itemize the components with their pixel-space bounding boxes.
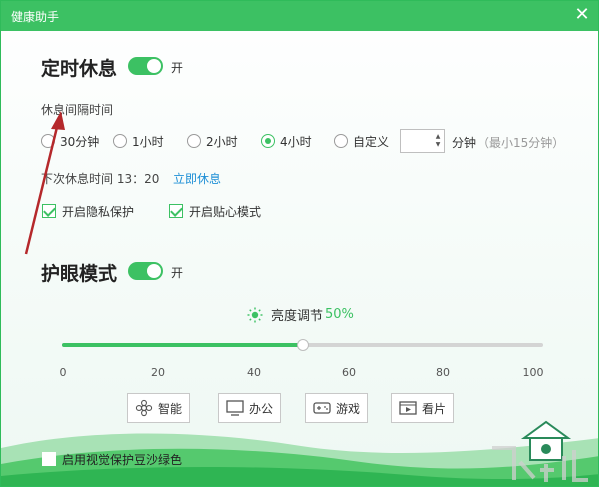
checkbox-label: 开启隐私保护 (62, 204, 135, 219)
radio-2h[interactable]: 2小时 (187, 133, 238, 149)
toggle-knob (147, 264, 161, 278)
monitor-icon (226, 400, 244, 416)
radio-circle (261, 134, 275, 148)
tick-label: 40 (247, 366, 261, 379)
radio-circle (334, 134, 348, 148)
custom-minutes-stepper[interactable]: ▲ ▼ (400, 129, 445, 153)
checkbox-box (42, 452, 56, 466)
tick-label: 0 (59, 366, 67, 379)
title-bar: 健康助手 ✕ (1, 1, 598, 31)
radio-label: 2小时 (206, 134, 238, 149)
stepper-arrows-icon[interactable]: ▲ ▼ (434, 133, 442, 149)
rest-section-title: 定时休息 (41, 58, 118, 80)
video-icon (399, 401, 417, 415)
custom-hint: （最小15分钟） (477, 136, 565, 150)
toggle-knob (147, 59, 161, 73)
brightness-label: 亮度调节 (271, 309, 324, 324)
checkbox-label: 启用视觉保护豆沙绿色 (62, 452, 183, 467)
radio-label: 自定义 (353, 134, 390, 149)
tick-label: 60 (342, 366, 356, 379)
eye-toggle[interactable] (128, 262, 163, 280)
green-bean-checkbox[interactable]: 启用视觉保护豆沙绿色 (42, 451, 182, 467)
gear-flower-icon (135, 399, 153, 417)
mode-label: 办公 (249, 401, 274, 416)
close-icon[interactable]: ✕ (572, 5, 592, 25)
tick-label: 80 (436, 366, 450, 379)
mode-label: 看片 (422, 401, 447, 416)
rest-now-link[interactable]: 立即休息 (173, 170, 221, 187)
tick-label: 100 (522, 366, 544, 379)
checkbox-box (169, 204, 183, 218)
brightness-value: 50% (325, 307, 354, 322)
sun-icon (247, 307, 263, 322)
tick-label: 20 (151, 366, 165, 379)
health-assistant-window: 健康助手 ✕ 定时休息 开 休息间隔时间 30分钟 1小时 2小时 4小时 自定… (0, 0, 599, 487)
radio-label: 1小时 (132, 134, 164, 149)
eye-section-title: 护眼模式 (41, 263, 118, 285)
brightness-slider-thumb[interactable] (297, 339, 309, 351)
eye-toggle-text: 开 (171, 266, 184, 280)
radio-custom[interactable]: 自定义 (334, 133, 389, 149)
rest-toggle[interactable] (128, 57, 163, 75)
radio-circle (187, 134, 201, 148)
brightness-row: 亮度调节 50% (247, 305, 354, 324)
brightness-slider-fill (62, 343, 303, 347)
radio-label: 4小时 (280, 134, 312, 149)
mode-label: 智能 (158, 401, 183, 416)
annotation-arrow-icon (24, 111, 65, 255)
radio-circle (113, 134, 127, 148)
watermark-logo-icon (492, 420, 588, 482)
radio-4h[interactable]: 4小时 (261, 133, 312, 149)
custom-unit: 分钟 (452, 136, 477, 150)
care-mode-checkbox[interactable]: 开启贴心模式 (169, 203, 261, 219)
checkbox-label: 开启贴心模式 (189, 204, 262, 219)
radio-1h[interactable]: 1小时 (113, 133, 164, 149)
rest-toggle-text: 开 (171, 61, 184, 75)
gamepad-icon (313, 402, 331, 414)
window-title: 健康助手 (11, 10, 60, 24)
mode-label: 游戏 (336, 401, 361, 416)
